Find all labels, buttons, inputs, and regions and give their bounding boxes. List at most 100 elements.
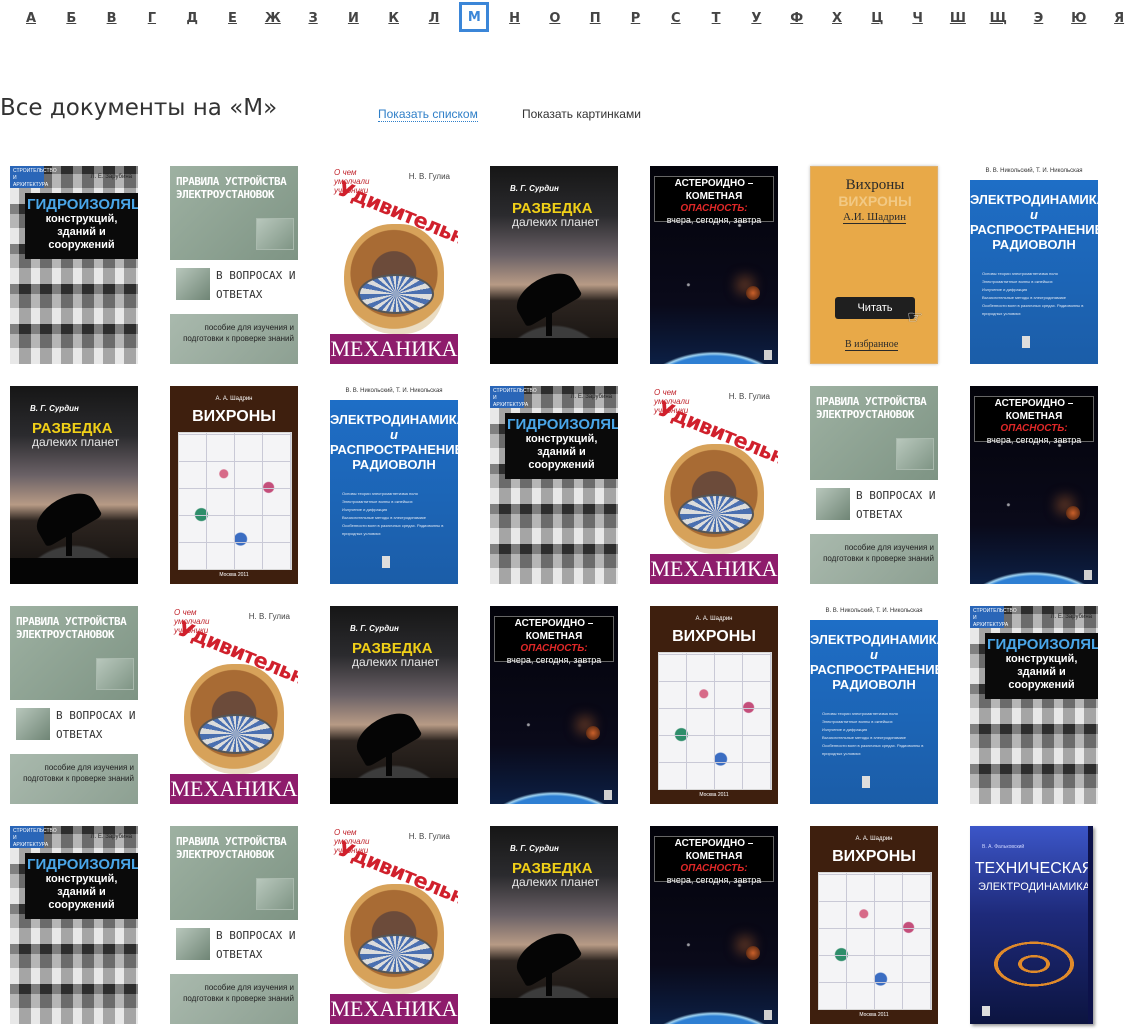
cover-illustration [178,432,292,570]
add-to-favorites-link[interactable]: В избранное [845,339,899,351]
book-title-line3: вчера, сегодня, завтра [666,875,762,885]
book-title-main: ГИДРОИЗОЛЯЦИЯ [27,196,138,213]
book-cover-gidroizolyaciya[interactable]: СТРОИТЕЛЬСТВО И АРХИТЕКТУРА Л. Е. Заруби… [10,826,138,1024]
decor-square [176,928,210,960]
book-title-rest: конструкций, зданий и сооружений [45,213,118,251]
book-author: Л. Е. Зарубина [570,394,612,400]
book-author: Л. Е. Зарубина [1050,614,1092,620]
contents-item: Вычислительные методы в электродинамике [342,515,426,520]
book-subtitle: далеких планет [512,215,600,229]
book-title-and: и [390,427,398,442]
book-cover-vihrony[interactable]: А. А. Шадрин ВИХРОНЫ Москва 2011 [170,386,298,584]
book-cover-mehanika[interactable]: О чем умолчали учебники Н. В. Гулиа Удив… [330,826,458,1024]
book-cover-elektrodinamika[interactable]: В. В. Никольский, Т. И. Никольская ЭЛЕКТ… [810,606,938,804]
book-title: АСТЕРОИДНО – КОМЕТНАЯ ОПАСНОСТЬ: вчера, … [654,176,774,225]
book-title-line2: ЭЛЕКТРОДИНАМИКА [977,881,1091,893]
book-subtitle: далеких планет [352,655,440,669]
tree-silhouette [490,338,618,364]
book-subtitle: пособие для изучения и подготовки к пров… [183,323,294,343]
decor-square [896,438,934,470]
book-cover-tehnicheskaya[interactable]: В. А. Фальковский ТЕХНИЧЕСКАЯ ЭЛЕКТРОДИН… [970,826,1093,1024]
contents-item: Вычислительные методы в электродинамике [982,295,1066,300]
book-cover-asteroid[interactable]: АСТЕРОИДНО – КОМЕТНАЯ ОПАСНОСТЬ: вчера, … [650,166,778,364]
book-cover-razvedka[interactable]: В. Г. Сурдин РАЗВЕДКА далеких планет [490,826,618,1024]
book-cover-asteroid[interactable]: АСТЕРОИДНО – КОМЕТНАЯ ОПАСНОСТЬ: вчера, … [650,826,778,1024]
book-cover-razvedka[interactable]: В. Г. Сурдин РАЗВЕДКА далеких планет [330,606,458,804]
book-cover-gidroizolyaciya[interactable]: СТРОИТЕЛЬСТВО И АРХИТЕКТУРА Л. Е. Заруби… [10,166,138,364]
decor-square [256,218,294,250]
book-title-line3: вчера, сегодня, завтра [666,215,762,225]
book-title-line1: ЭЛЕКТРОДИНАМИКА [970,192,1098,207]
cover-illustration [658,652,772,790]
contents-item: Электромагнитные волны в окнейших [982,279,1053,284]
book-title: ЭЛЕКТРОДИНАМИКА и РАСПРОСТРАНЕНИЕ РАДИОВ… [810,632,938,692]
book-cover-pravila[interactable]: ПРАВИЛА УСТРОЙСТВА ЭЛЕКТРОУСТАНОВОК В ВО… [810,386,938,584]
book-cover-pravila[interactable]: ПРАВИЛА УСТРОЙСТВА ЭЛЕКТРОУСТАНОВОК В ВО… [170,166,298,364]
book-title: МЕХАНИКА [330,994,458,1024]
book-title: ПРАВИЛА УСТРОЙСТВА ЭЛЕКТРОУСТАНОВОК [816,395,927,421]
book-cover-mehanika[interactable]: О чем умолчали учебники Н. В. Гулиа Удив… [650,386,778,584]
radio-dish-mast [546,956,552,996]
publisher-logo-icon [862,776,870,788]
book-cover-gidroizolyaciya[interactable]: СТРОИТЕЛЬСТВО И АРХИТЕКТУРА Л. Е. Заруби… [490,386,618,584]
book-cover-vihrony[interactable]: А. А. Шадрин ВИХРОНЫ Москва 2011 [810,826,938,1024]
book-cover-mehanika[interactable]: О чем умолчали учебники Н. В. Гулиа Удив… [170,606,298,804]
book-author: Л. Е. Зарубина [90,834,132,840]
series-label: СТРОИТЕЛЬСТВО И АРХИТЕКТУРА [10,826,57,848]
comet-icon [1066,506,1080,520]
book-author: В. Г. Сурдин [350,624,399,633]
contents-item: Особенности волн в различных средах. Рад… [982,303,1084,316]
contents-item: Электромагнитные волны в окнейших [342,499,413,504]
contents-item: Вычислительные методы в электродинамике [822,735,906,740]
book-cover-asteroid[interactable]: АСТЕРОИДНО – КОМЕТНАЯ ОПАСНОСТЬ: вчера, … [970,386,1098,584]
book-cover-gidroizolyaciya[interactable]: СТРОИТЕЛЬСТВО И АРХИТЕКТУРА Л. Е. Заруби… [970,606,1098,804]
publisher-logo-icon [764,1010,772,1020]
book-cover-vihrony[interactable]: А. А. Шадрин ВИХРОНЫ Москва 2011 [650,606,778,804]
decor-square [16,708,50,740]
book-title-main: ГИДРОИЗОЛЯЦИЯ [27,856,138,873]
book-title: МЕХАНИКА [650,554,778,584]
book-title-line3: РАДИОВОЛН [832,677,916,692]
book-author: В. Г. Сурдин [510,844,559,853]
book-subtitle: далеких планет [32,435,120,449]
series-label: СТРОИТЕЛЬСТВО И АРХИТЕКТУРА [490,386,537,408]
contents-item: Основы теории электромагнетизма поля [982,271,1058,276]
book-title-line1: АСТЕРОИДНО – КОМЕТНАЯ [994,398,1074,422]
book-title: ПРАВИЛА УСТРОЙСТВА ЭЛЕКТРОУСТАНОВОК [16,615,127,641]
book-title-line2: РАСПРОСТРАНЕНИЕ [970,222,1098,237]
book-title: МЕХАНИКА [330,334,458,364]
tree-silhouette [10,558,138,584]
read-button[interactable]: Читать [835,297,915,319]
book-title-answers: В ВОПРОСАХ И ОТВЕТАХ [216,929,296,961]
book-title-line3: РАДИОВОЛН [352,457,436,472]
book-cover-razvedka[interactable]: В. Г. Сурдин РАЗВЕДКА далеких планет [490,166,618,364]
comet-icon [586,726,600,740]
decor-square [176,268,210,300]
publisher-logo-icon [982,1006,990,1016]
book-city: Москва 2011 [859,1012,889,1018]
book-title: АСТЕРОИДНО – КОМЕТНАЯ ОПАСНОСТЬ: вчера, … [974,396,1094,445]
book-author: А.И. Шадрин [843,211,906,224]
book-subtitle: пособие для изучения и подготовки к пров… [823,543,934,563]
coil-illustration [984,936,1084,992]
book-cover-vihrony-hovered[interactable]: Вихроны ВИХРОНЫ А.И. Шадрин Читать ☞ В и… [810,166,938,364]
book-cover-pravila[interactable]: ПРАВИЛА УСТРОЙСТВА ЭЛЕКТРОУСТАНОВОК В ВО… [10,606,138,804]
cover-illustration-device [358,934,434,974]
decor-square [816,488,850,520]
book-cover-pravila[interactable]: ПРАВИЛА УСТРОЙСТВА ЭЛЕКТРОУСТАНОВОК В ВО… [170,826,298,1024]
book-cover-mehanika[interactable]: О чем умолчали учебники Н. В. Гулиа Удив… [330,166,458,364]
documents-grid: СТРОИТЕЛЬСТВО И АРХИТЕКТУРА Л. Е. Заруби… [0,0,1140,1029]
book-title: ГИДРОИЗОЛЯЦИЯ конструкций, зданий и соор… [25,193,138,259]
contents-item: Излучение и дифракция [342,507,388,512]
book-author: Н. В. Гулиа [408,172,450,181]
book-cover-asteroid[interactable]: АСТЕРОИДНО – КОМЕТНАЯ ОПАСНОСТЬ: вчера, … [490,606,618,804]
book-cover-elektrodinamika[interactable]: В. В. Никольский, Т. И. Никольская ЭЛЕКТ… [330,386,458,584]
book-title: ЭЛЕКТРОДИНАМИКА и РАСПРОСТРАНЕНИЕ РАДИОВ… [330,412,458,472]
book-author: В. Г. Сурдин [510,184,559,193]
contents-item: Излучение и дифракция [982,287,1028,292]
contents-item: Излучение и дифракция [822,727,868,732]
book-cover-elektrodinamika[interactable]: В. В. Никольский, Т. И. Никольская ЭЛЕКТ… [970,166,1098,364]
cover-illustration-device [678,494,754,534]
book-cover-razvedka[interactable]: В. Г. Сурдин РАЗВЕДКА далеких планет [10,386,138,584]
radio-dish-mast [66,516,72,556]
